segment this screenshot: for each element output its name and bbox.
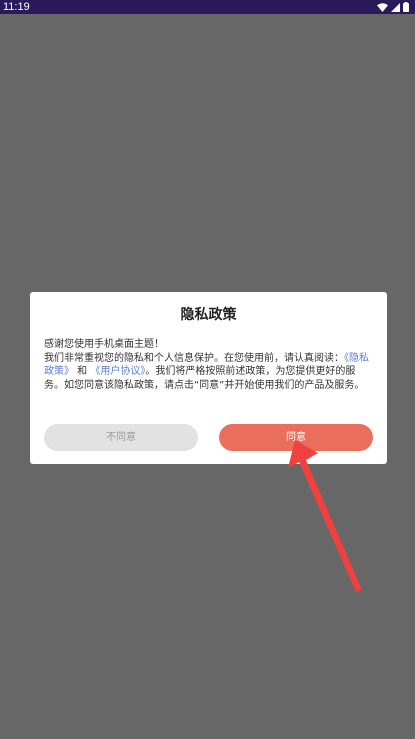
- agree-button[interactable]: 同意: [219, 424, 373, 451]
- status-bar: 11:19: [0, 0, 415, 14]
- status-time: 11:19: [3, 1, 30, 13]
- policy-text-intro: 我们非常重视您的隐私和个人信息保护。在您使用前，请认真阅读：: [44, 352, 344, 364]
- welcome-text: 感谢您使用手机桌面主题！: [44, 339, 164, 350]
- and-text: 和: [74, 366, 91, 377]
- user-agreement-link[interactable]: 《用户协议》: [90, 366, 145, 377]
- wifi-icon: [377, 2, 388, 12]
- signal-icon: [391, 2, 400, 12]
- policy-text: 我们非常重视您的隐私和个人信息保护。在您使用前，请认真阅读：《隐私政策》 和 《…: [44, 352, 374, 393]
- dialog-body: 感谢您使用手机桌面主题！ 我们非常重视您的隐私和个人信息保护。在您使用前，请认真…: [44, 338, 374, 392]
- battery-icon: [403, 2, 409, 12]
- dialog-title: 隐私政策: [180, 307, 237, 323]
- privacy-policy-dialog: 隐私政策 感谢您使用手机桌面主题！ 我们非常重视您的隐私和个人信息保护。在您使用…: [30, 292, 387, 464]
- status-icons: [377, 2, 409, 12]
- disagree-button[interactable]: 不同意: [44, 424, 198, 451]
